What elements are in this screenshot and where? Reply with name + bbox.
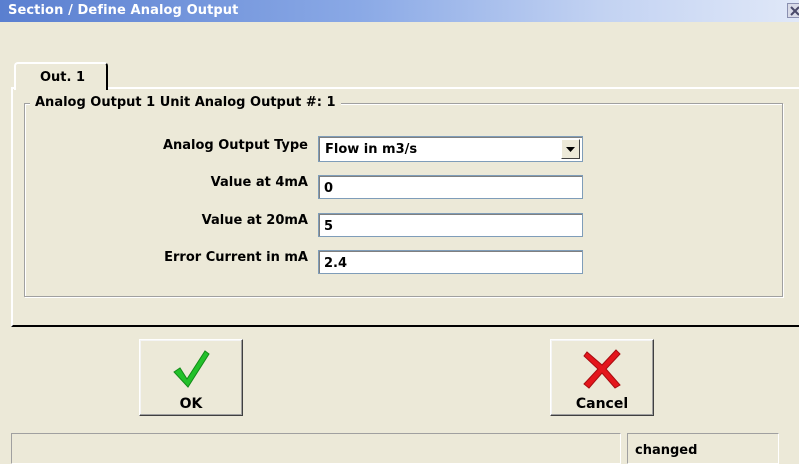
close-icon	[790, 6, 799, 16]
status-state-text: changed	[635, 443, 698, 458]
tab-label: Out. 1	[40, 70, 86, 85]
ok-label: OK	[179, 396, 203, 412]
output-type-label: Analog Output Type	[162, 138, 308, 153]
checkmark-icon	[173, 350, 210, 388]
status-panel-main	[11, 433, 621, 464]
ok-button[interactable]: OK	[139, 339, 243, 416]
chevron-down-icon	[566, 147, 575, 152]
cancel-label: Cancel	[575, 396, 629, 412]
output-type-select[interactable]: Flow in m3/s	[318, 136, 583, 162]
tab-out-1[interactable]: Out. 1	[14, 62, 108, 90]
dropdown-button[interactable]	[561, 139, 580, 159]
window-title: Section / Define Analog Output	[8, 3, 239, 18]
error-current-input[interactable]	[318, 250, 583, 274]
close-button[interactable]	[787, 3, 799, 18]
cross-icon	[583, 349, 621, 389]
value-20ma-label: Value at 20mA	[201, 213, 308, 228]
value-4ma-input[interactable]	[318, 175, 583, 199]
value-4ma-label: Value at 4mA	[210, 175, 308, 190]
cancel-button[interactable]: Cancel	[550, 339, 654, 416]
group-label: Analog Output 1 Unit Analog Output #: 1	[30, 95, 341, 110]
output-type-value: Flow in m3/s	[325, 142, 418, 157]
status-panel-state: changed	[627, 433, 779, 464]
error-current-label: Error Current in mA	[164, 250, 308, 265]
value-20ma-input[interactable]	[318, 213, 583, 237]
title-bar[interactable]: Section / Define Analog Output	[0, 0, 799, 22]
